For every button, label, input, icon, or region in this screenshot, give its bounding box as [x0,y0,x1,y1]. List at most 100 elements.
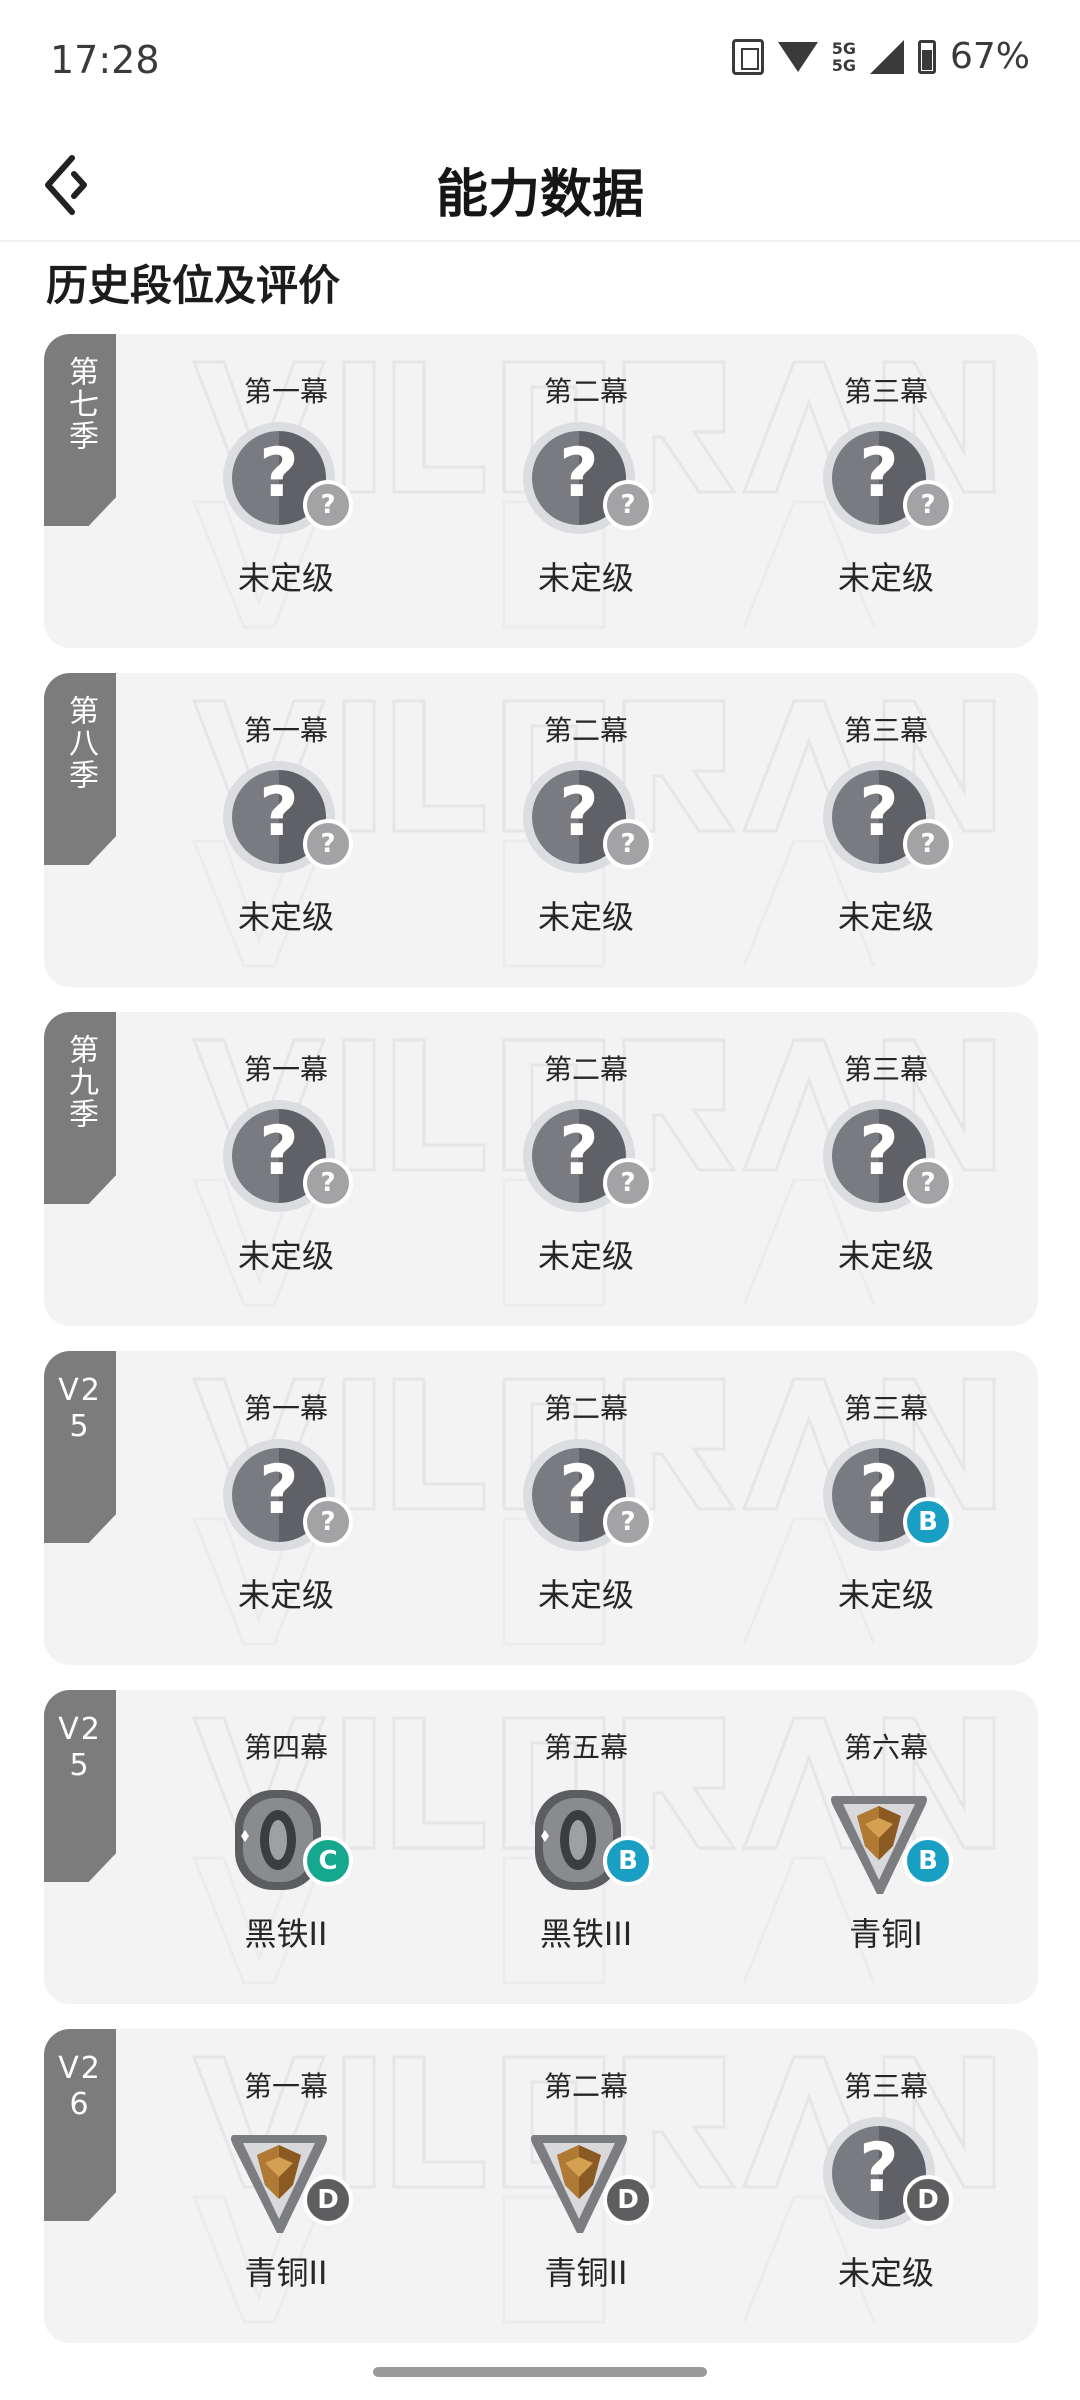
rating-badge: ? [903,1158,953,1208]
act-item[interactable]: 第一幕?? 未定级 [186,1389,386,1639]
rating-badge: ? [603,819,653,869]
battery-level: 67% [949,36,1030,77]
unranked-icon: ?? [521,1098,653,1228]
act-item[interactable]: 第六幕 B 青铜I [786,1728,986,1978]
act-item[interactable]: 第二幕?? 未定级 [486,1389,686,1639]
act-item[interactable]: 第二幕?? 未定级 [486,372,686,622]
season-tag-label: 第八季 [63,695,98,791]
app-header: 能力数据 [0,130,1080,242]
rank-name: 黑铁II [244,1915,328,1953]
season-tag: V26 [44,2029,116,2221]
rank-name: 未定级 [237,1237,334,1275]
unranked-icon: ?? [821,1098,953,1228]
iron-rank-icon: C [221,1776,353,1906]
act-item[interactable]: 第三幕 ? B 未定级 [786,1389,986,1639]
season-card[interactable]: V25 第一幕?? 未定级 第二幕?? 未定级 第三幕? B 未定级 [44,1351,1038,1665]
rating-badge: ? [303,480,353,530]
rating-badge: D [603,2175,653,2225]
rating-badge: C [303,1836,353,1886]
rank-name: 未定级 [537,1237,634,1275]
rank-name: 未定级 [837,898,934,936]
rank-name: 未定级 [537,1576,634,1614]
status-icons: 5G 5G 67% [731,36,1030,77]
season-tag: 第八季 [44,673,116,865]
rank-name: 未定级 [837,1237,934,1275]
signal-icon [869,39,904,74]
act-item[interactable]: 第三幕?? 未定级 [786,1050,986,1300]
rank-name: 青铜I [849,1915,923,1953]
unranked-icon: ?? [221,420,353,550]
season-tag: 第七季 [44,334,116,526]
rating-badge: ? [303,819,353,869]
rating-badge: ? [603,1158,653,1208]
rank-name: 未定级 [837,2254,934,2292]
sim-card-icon [731,38,764,75]
act-label: 第二幕 [543,375,628,408]
act-item[interactable]: 第二幕 D 青铜II [486,2067,686,2317]
rank-name: 青铜II [244,2254,328,2292]
act-label: 第一幕 [243,2070,328,2103]
act-label: 第五幕 [543,1731,628,1764]
unranked-icon: ?? [821,420,953,550]
season-tag: V25 [44,1351,116,1543]
rating-badge: ? [303,1158,353,1208]
act-label: 第二幕 [543,714,628,747]
unranked-icon: ?? [521,1437,653,1567]
act-item[interactable]: 第一幕 D 青铜II [186,2067,386,2317]
act-item[interactable]: 第二幕?? 未定级 [486,711,686,961]
network-type: 5G 5G [831,38,856,75]
rank-name: 黑铁III [539,1915,633,1953]
act-label: 第二幕 [543,1392,628,1425]
season-card[interactable]: 第九季 第一幕?? 未定级 第二幕?? 未定级 第三幕?? 未定级 [44,1012,1038,1326]
act-item[interactable]: 第三幕 ? D 未定级 [786,2067,986,2317]
act-item[interactable]: 第二幕?? 未定级 [486,1050,686,1300]
home-indicator[interactable] [373,2367,707,2377]
bronze-rank-icon: D [521,2115,653,2245]
battery-icon [917,39,936,74]
rank-name: 未定级 [837,1576,934,1614]
act-label: 第三幕 [843,714,928,747]
act-label: 第一幕 [243,375,328,408]
unranked-icon: ? B [821,1437,953,1567]
rank-name: 未定级 [237,1576,334,1614]
act-item[interactable]: 第一幕?? 未定级 [186,711,386,961]
season-card[interactable]: 第七季 第一幕?? 未定级 第二幕?? 未定级 第三幕?? 未定级 [44,334,1038,648]
season-tag: V25 [44,1690,116,1882]
act-item[interactable]: 第三幕?? 未定级 [786,372,986,622]
act-label: 第二幕 [543,2070,628,2103]
rating-badge: B [903,1836,953,1886]
iron-rank-icon: B [521,1776,653,1906]
season-tag-label: 第七季 [63,356,98,452]
act-item[interactable]: 第四幕 C 黑铁II [186,1728,386,1978]
season-card[interactable]: 第八季 第一幕?? 未定级 第二幕?? 未定级 第三幕?? 未定级 [44,673,1038,987]
act-item[interactable]: 第一幕?? 未定级 [186,1050,386,1300]
unranked-icon: ?? [521,420,653,550]
act-item[interactable]: 第五幕 B 黑铁III [486,1728,686,1978]
rank-name: 青铜II [544,2254,628,2292]
act-label: 第三幕 [843,375,928,408]
rank-name: 未定级 [837,559,934,597]
season-card[interactable]: V25 第四幕 C 黑铁II 第五幕 B 黑铁III 第六幕 B 青铜I [44,1690,1038,2004]
unranked-icon: ?? [221,759,353,889]
rank-name: 未定级 [237,898,334,936]
unranked-icon: ?? [521,759,653,889]
act-label: 第三幕 [843,1053,928,1086]
act-label: 第一幕 [243,1053,328,1086]
bronze-rank-icon: B [821,1776,953,1906]
season-card[interactable]: V26 第一幕 D 青铜II 第二幕 D 青铜II 第三幕 ? D 未定级 [44,2029,1038,2343]
page-title: 能力数据 [435,165,644,225]
status-bar: 17:28 5G 5G 67% [0,0,1080,130]
rating-badge: ? [303,1497,353,1547]
act-label: 第一幕 [243,1392,328,1425]
season-tag-label: 第九季 [63,1034,98,1130]
rating-badge: D [903,2175,953,2225]
season-tag: 第九季 [44,1012,116,1204]
act-item[interactable]: 第三幕?? 未定级 [786,711,986,961]
rating-badge: B [603,1836,653,1886]
act-item[interactable]: 第一幕?? 未定级 [186,372,386,622]
act-label: 第三幕 [843,2070,928,2103]
act-label: 第二幕 [543,1053,628,1086]
act-label: 第四幕 [243,1731,328,1764]
rating-badge: ? [603,480,653,530]
unranked-icon: ?? [221,1098,353,1228]
